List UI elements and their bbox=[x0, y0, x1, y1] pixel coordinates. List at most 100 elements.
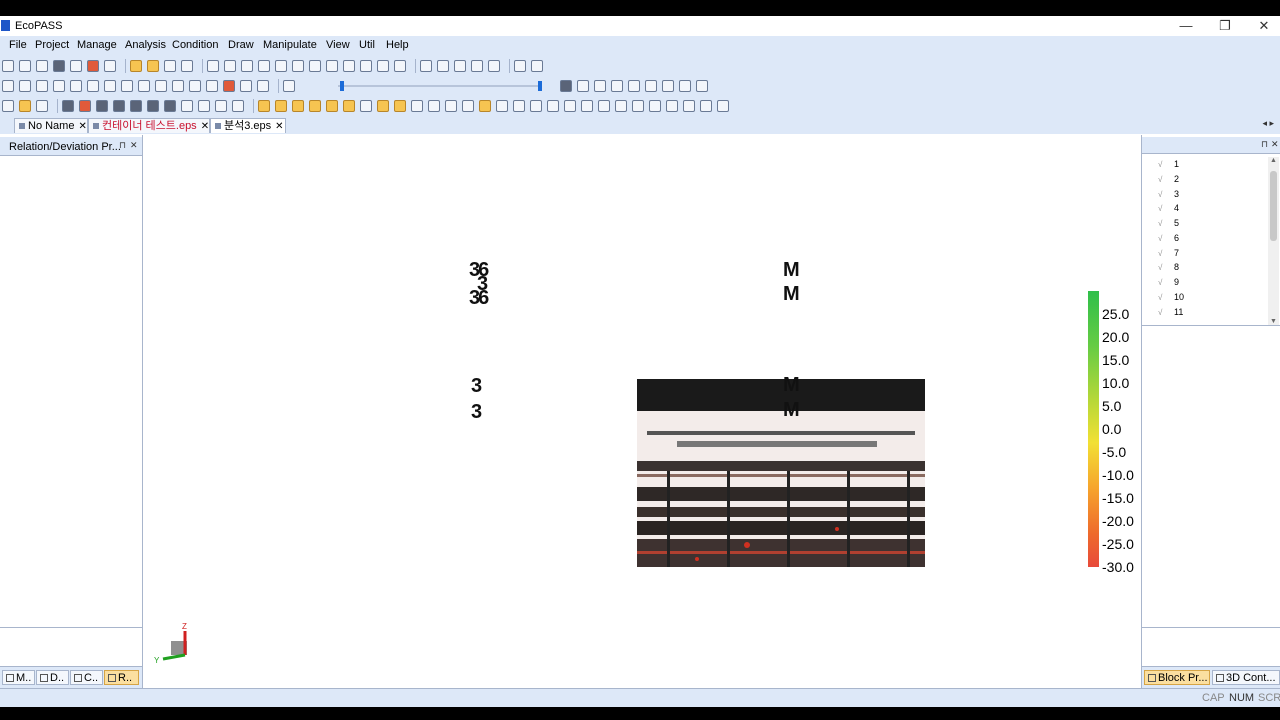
check-icon[interactable]: √ bbox=[1158, 160, 1174, 169]
left-tab-d[interactable]: D.. bbox=[36, 670, 69, 685]
scale-icon[interactable] bbox=[496, 100, 508, 112]
marker-icon[interactable] bbox=[343, 60, 355, 72]
snap-icon[interactable] bbox=[258, 100, 270, 112]
zoom-window-icon[interactable] bbox=[577, 80, 589, 92]
check-icon[interactable]: √ bbox=[1158, 234, 1174, 243]
tree-item[interactable]: √ 6 bbox=[1144, 233, 1179, 248]
funnel-icon[interactable] bbox=[147, 100, 159, 112]
menu-util[interactable]: Util bbox=[359, 39, 375, 51]
menu-draw[interactable]: Draw bbox=[228, 39, 254, 51]
save-all-icon[interactable] bbox=[181, 60, 193, 72]
line-icon[interactable] bbox=[420, 60, 432, 72]
curve-icon[interactable] bbox=[377, 60, 389, 72]
anchor-icon[interactable] bbox=[138, 80, 150, 92]
tab-block-properties[interactable]: Block Pr... bbox=[1144, 670, 1210, 685]
menu-manage[interactable]: Manage bbox=[77, 39, 117, 51]
ungroup-icon[interactable] bbox=[683, 100, 695, 112]
link-icon[interactable] bbox=[224, 60, 236, 72]
table-icon[interactable] bbox=[36, 60, 48, 72]
left-tab-r[interactable]: R.. bbox=[104, 670, 139, 685]
snap9-icon[interactable] bbox=[479, 100, 491, 112]
beam-icon[interactable] bbox=[96, 100, 108, 112]
camera-view-icon[interactable] bbox=[326, 60, 338, 72]
edit-point-icon[interactable] bbox=[283, 80, 295, 92]
circle-icon[interactable] bbox=[471, 60, 483, 72]
frame-icon[interactable] bbox=[258, 60, 270, 72]
polyline-icon[interactable] bbox=[437, 60, 449, 72]
menu-condition[interactable]: Condition bbox=[172, 39, 218, 51]
tree-item[interactable]: √ 10 bbox=[1144, 292, 1184, 307]
pin-icon[interactable]: ⊓ bbox=[119, 140, 126, 151]
check-icon[interactable]: √ bbox=[1158, 263, 1174, 272]
wrench-icon[interactable] bbox=[513, 100, 525, 112]
restore-button[interactable]: ❐ bbox=[1205, 16, 1245, 36]
zoom-icon[interactable] bbox=[594, 80, 606, 92]
tree-item[interactable]: √ 4 bbox=[1144, 203, 1179, 218]
wedge-icon[interactable] bbox=[164, 100, 176, 112]
open-project-icon[interactable] bbox=[147, 60, 159, 72]
tree-item[interactable]: √ 1 bbox=[1144, 159, 1179, 174]
group-icon[interactable] bbox=[666, 100, 678, 112]
scroll-up-icon[interactable]: ▲ bbox=[1268, 157, 1279, 164]
copy-icon[interactable] bbox=[598, 100, 610, 112]
stack-icon[interactable] bbox=[530, 100, 542, 112]
spline-icon[interactable] bbox=[488, 60, 500, 72]
minus-icon[interactable] bbox=[700, 100, 712, 112]
tree-item[interactable]: √ 9 bbox=[1144, 277, 1179, 292]
back-icon[interactable] bbox=[662, 80, 674, 92]
tab-container-test[interactable]: 컨테이너 테스트.eps ✕ bbox=[88, 118, 210, 133]
split-icon[interactable] bbox=[411, 100, 423, 112]
trim-icon[interactable] bbox=[462, 100, 474, 112]
home-icon[interactable] bbox=[696, 80, 708, 92]
arrow-left-icon[interactable] bbox=[564, 100, 576, 112]
measure-icon[interactable] bbox=[514, 60, 526, 72]
mirror-icon[interactable] bbox=[615, 100, 627, 112]
arc-icon[interactable] bbox=[454, 60, 466, 72]
anchor2-icon[interactable] bbox=[155, 80, 167, 92]
pen-tool-icon[interactable] bbox=[360, 100, 372, 112]
pdf-icon[interactable] bbox=[87, 60, 99, 72]
left-tab-c[interactable]: C.. bbox=[70, 670, 103, 685]
menu-analysis[interactable]: Analysis bbox=[125, 39, 166, 51]
menu-view[interactable]: View bbox=[326, 39, 350, 51]
tree-scrollbar[interactable]: ▲ ▼ bbox=[1268, 157, 1279, 325]
menu-help[interactable]: Help bbox=[386, 39, 409, 51]
left-tab-m[interactable]: M.. bbox=[2, 670, 35, 685]
tab-scroll-arrows[interactable]: ◂ ▸ bbox=[1262, 118, 1274, 129]
check-icon[interactable]: √ bbox=[1158, 219, 1174, 228]
check-icon[interactable]: √ bbox=[1158, 175, 1174, 184]
cylinder-icon[interactable] bbox=[62, 100, 74, 112]
tree-item[interactable]: √ 5 bbox=[1144, 218, 1179, 233]
close-icon[interactable]: ✕ bbox=[130, 140, 138, 151]
edit-icon[interactable] bbox=[360, 60, 372, 72]
array-icon[interactable] bbox=[632, 100, 644, 112]
tab-analysis3[interactable]: 분석3.eps ✕ bbox=[210, 118, 286, 133]
open-folder-icon[interactable] bbox=[130, 60, 142, 72]
point-cloud-model[interactable] bbox=[637, 379, 925, 567]
target-icon[interactable] bbox=[241, 60, 253, 72]
tree-item[interactable]: √ 3 bbox=[1144, 189, 1179, 204]
tree-item[interactable]: √ 8 bbox=[1144, 262, 1179, 277]
join-icon[interactable] bbox=[428, 100, 440, 112]
menu-list-icon[interactable] bbox=[2, 100, 14, 112]
grid4-icon[interactable] bbox=[232, 100, 244, 112]
snap6-icon[interactable] bbox=[343, 100, 355, 112]
check-icon[interactable]: √ bbox=[1158, 190, 1174, 199]
forward-icon[interactable] bbox=[679, 80, 691, 92]
eraser-icon[interactable] bbox=[223, 80, 235, 92]
layer-up-icon[interactable] bbox=[19, 80, 31, 92]
snap8-icon[interactable] bbox=[394, 100, 406, 112]
pencil-icon[interactable] bbox=[394, 60, 406, 72]
image-icon[interactable] bbox=[292, 60, 304, 72]
layer-icon[interactable] bbox=[2, 80, 14, 92]
menu-project[interactable]: Project bbox=[35, 39, 69, 51]
distribute-icon[interactable] bbox=[121, 80, 133, 92]
layer-down-icon[interactable] bbox=[36, 80, 48, 92]
check-icon[interactable]: √ bbox=[1158, 308, 1174, 317]
new-file-icon[interactable] bbox=[2, 60, 14, 72]
palette-icon[interactable] bbox=[547, 100, 559, 112]
tree-item[interactable]: √ 7 bbox=[1144, 248, 1179, 263]
scroll-down-icon[interactable]: ▼ bbox=[1268, 318, 1279, 325]
opacity-slider[interactable] bbox=[338, 81, 548, 91]
flag-icon[interactable] bbox=[70, 80, 82, 92]
